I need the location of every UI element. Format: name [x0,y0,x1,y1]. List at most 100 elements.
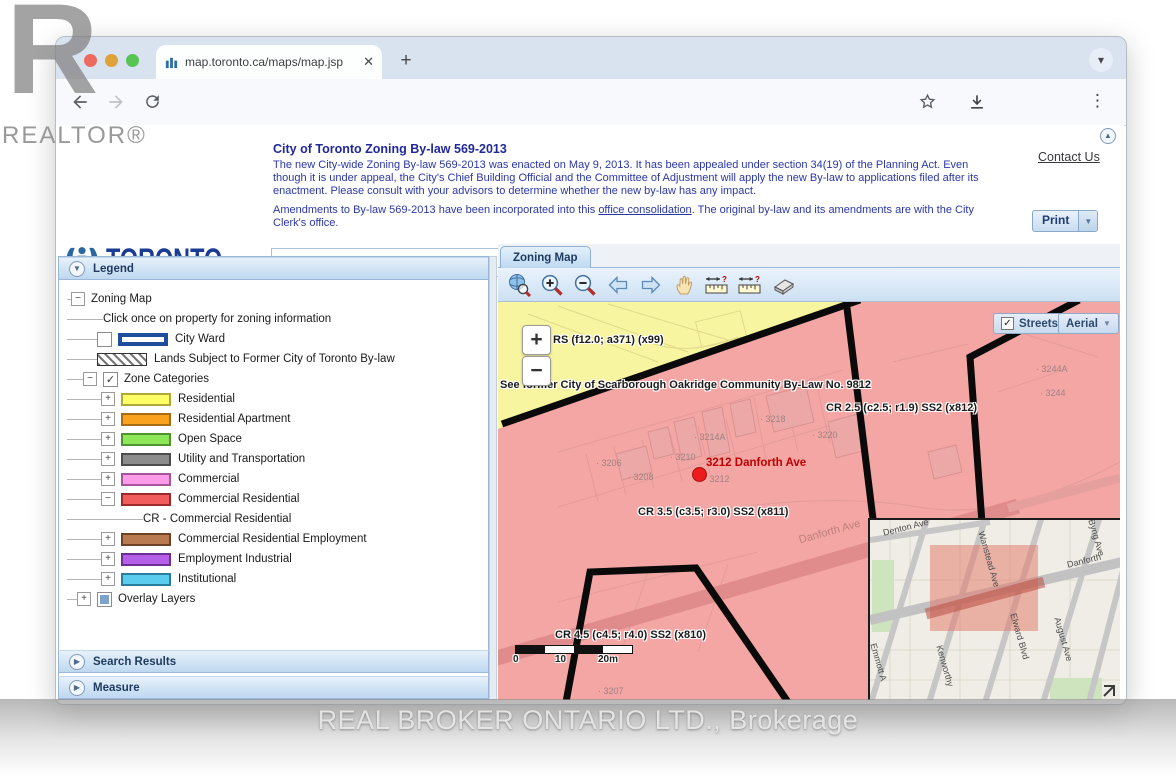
tree-toggle-commercial[interactable]: + [101,472,115,486]
swatch-commercial [121,473,171,486]
bylaw-title: City of Toronto Zoning By-law 569-2013 [273,142,1001,156]
measure-panel-header[interactable]: ▶ Measure [58,676,489,699]
bylaw-header: City of Toronto Zoning By-law 569-2013 T… [273,142,1001,230]
scale-tick-2: 20m [598,654,618,665]
menu-kebab-icon[interactable]: ⋮ [1089,91,1106,111]
sidebar: ▼ Legend −Zoning MapClick once on proper… [58,256,489,700]
tree-guide [67,379,83,380]
parcel-label-3244A: · 3244A [1036,364,1068,374]
realtor-watermark-logo: R [6,0,98,114]
new-tab-button[interactable]: + [394,49,418,73]
tool-pan-button[interactable] [671,272,697,298]
tree-toggle-employment-industrial[interactable]: + [101,552,115,566]
checkbox-city-ward[interactable] [97,332,112,347]
measure-area-icon: ? [737,273,763,297]
office-consolidation-link[interactable]: office consolidation [598,204,691,216]
svg-text:?: ? [722,275,727,284]
overlay-indeterminate-mark [100,595,109,604]
checkbox-zone-categories[interactable]: ✓ [103,372,118,387]
map-zoom-out-button[interactable]: − [522,356,551,386]
brokerage-watermark-text: REAL BROKER ONTARIO LTD., Brokerage [0,705,1176,736]
swatch-commercial-residential [121,493,171,506]
traffic-light-zoom[interactable] [126,54,139,67]
collapse-header-button[interactable]: ▲ [1100,128,1116,144]
bylaw-paragraph-2: Amendments to By-law 569-2013 have been … [273,204,1001,230]
parcel-label-3214A: · 3214A [694,432,726,442]
pan-icon [672,273,696,297]
tool-zoom-out-button[interactable] [572,272,598,298]
checkbox-overlay-layers[interactable] [97,592,112,607]
swatch-lands-hatch [97,353,147,366]
measure-distance-icon: ? [704,273,730,297]
tab-close-icon[interactable]: ✕ [363,54,374,70]
overview-inset-map[interactable]: Denton AveWanstead AveByng AveDanforthAu… [868,518,1120,700]
search-results-panel-header[interactable]: ▶ Search Results [58,650,489,673]
sidebar-map-splitter[interactable] [489,256,497,700]
tool-measure-distance-button[interactable]: ? [704,272,730,298]
tree-toggle-zone-categories[interactable]: − [83,372,97,386]
inset-map-graphics [870,520,1120,700]
tree-toggle-commercial-residential-employment[interactable]: + [101,532,115,546]
tree-guide [67,339,97,340]
tool-next-extent-button[interactable] [638,272,664,298]
zoning-map-canvas[interactable]: RS (f12.0; a371) (x99) See former City o… [498,302,1120,700]
legend-tree-row: +Residential Apartment [67,409,488,429]
tree-guide [67,579,101,580]
zone-label-cr45: CR 4.5 (c4.5; r4.0) SS2 (x810) [555,629,706,641]
parcel-label-3218: · 3218 [760,414,786,424]
legend-collapse-icon[interactable]: ▼ [69,261,85,277]
contact-us-link[interactable]: Contact Us [1038,150,1100,164]
legend-tree-row: −Zoning Map [67,289,488,309]
tree-toggle-open-space[interactable]: + [101,432,115,446]
tree-toggle-zoning-map[interactable]: − [71,292,85,306]
traffic-light-minimize[interactable] [105,54,118,67]
zoom-in-icon [540,273,564,297]
tool-measure-area-button[interactable]: ? [737,272,763,298]
reload-button[interactable] [143,92,162,111]
map-zoom-in-button[interactable]: + [522,325,551,355]
print-label: Print [1033,211,1078,231]
tree-toggle-residential-apartment[interactable]: + [101,412,115,426]
brokerage-watermark-band: REAL BROKER ONTARIO LTD., Brokerage [0,699,1176,777]
print-dropdown-arrow-icon[interactable]: ▼ [1078,211,1097,231]
tree-guide [67,499,101,500]
tab-search-chevron-icon[interactable]: ▾ [1089,48,1113,72]
legend-label-open-space: Open Space [178,433,242,445]
download-icon[interactable] [967,92,987,112]
streets-checkbox[interactable]: ✓ [1001,317,1014,330]
measure-expand-icon[interactable]: ▶ [69,680,85,696]
legend-label-commercial: Commercial [178,473,239,485]
tree-toggle-overlay-layers[interactable]: + [77,592,91,606]
tree-toggle-institutional[interactable]: + [101,572,115,586]
map-tab-row: Zoning Map [498,244,1120,268]
swatch-residential-apartment [121,413,171,426]
tab-zoning-map[interactable]: Zoning Map [500,246,591,269]
tool-previous-extent-button[interactable] [605,272,631,298]
streets-toggle[interactable]: ✓ Streets [993,313,1066,334]
zone-label-cr35: CR 3.5 (c3.5; r3.0) SS2 (x811) [638,506,788,518]
tree-toggle-utility-and-transportation[interactable]: + [101,452,115,466]
tree-toggle-residential[interactable]: + [101,392,115,406]
map-scale-bar [515,645,633,654]
tool-zoom-full-extent-button[interactable] [506,272,532,298]
search-result-marker-label: 3212 Danforth Ave [706,457,806,469]
tree-guide [67,459,101,460]
tool-clear-graphics-button[interactable] [770,272,796,298]
tab-favicon-toronto-icon [164,55,179,70]
tree-guide [67,439,101,440]
forward-button[interactable] [106,92,126,112]
print-button[interactable]: Print ▼ [1032,210,1098,232]
legend-tree-row: + Commercial [67,469,488,489]
tool-zoom-in-button[interactable] [539,272,565,298]
aerial-dropdown[interactable]: Aerial ▼ [1058,313,1119,334]
bookmark-star-icon[interactable] [918,92,937,111]
browser-tab[interactable]: map.toronto.ca/maps/map.jsp ✕ [156,45,382,79]
legend-panel-header[interactable]: ▼ Legend [59,257,488,280]
parcel-label-3206: · 3206 [596,458,622,468]
tree-toggle-commercial-residential[interactable]: − [101,492,115,506]
swatch-utility-and-transportation [121,453,171,466]
tree-guide [67,559,101,560]
scale-tick-0: 0 [513,654,519,665]
search-results-expand-icon[interactable]: ▶ [69,654,85,670]
legend-tree: −Zoning MapClick once on property for zo… [59,281,488,609]
